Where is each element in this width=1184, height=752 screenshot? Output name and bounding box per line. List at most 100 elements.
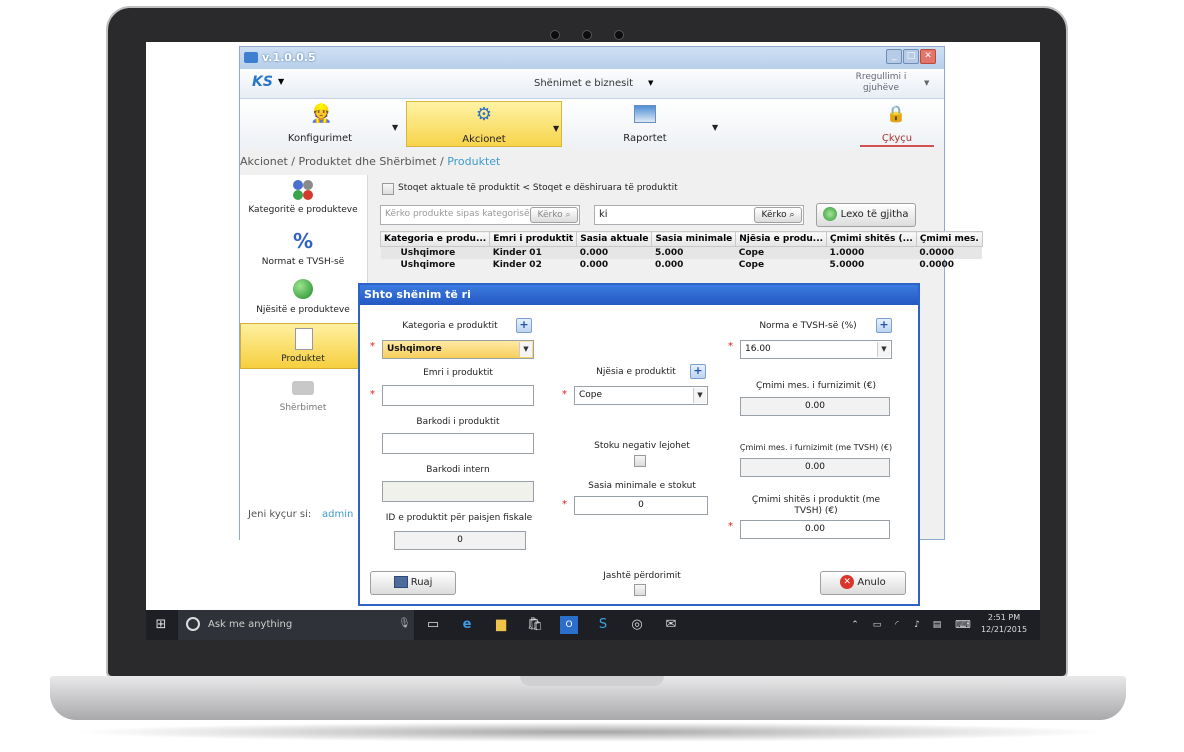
cancel-button[interactable]: ✕ Anulo <box>820 571 906 595</box>
stock-filter-label: Stoqet aktuale të produktit < Stoqet e d… <box>398 183 678 193</box>
reports-caret-icon[interactable]: ▼ <box>712 123 718 132</box>
column-header[interactable]: Emri i produktit <box>489 231 578 247</box>
minimize-button[interactable]: _ <box>886 49 902 64</box>
unit-dropdown-icon[interactable]: ▼ <box>693 388 706 403</box>
add-category-button[interactable]: + <box>516 318 532 333</box>
breadcrumb-actions[interactable]: Akcionet <box>240 155 288 168</box>
column-header[interactable]: Njësia e produ... <box>735 231 828 247</box>
close-button[interactable]: ✕ <box>920 49 936 64</box>
business-menu-caret-icon[interactable]: ▼ <box>648 79 653 87</box>
taskbar-search-placeholder: Ask me anything <box>208 619 293 630</box>
name-input[interactable] <box>382 385 534 406</box>
tray-up-icon[interactable]: ⌃ <box>846 616 864 634</box>
business-menu[interactable]: Shënimet e biznesit <box>534 78 633 89</box>
actions-caret-icon[interactable]: ▼ <box>553 124 559 133</box>
taskbar-date[interactable]: 12/21/2015 <box>978 625 1030 634</box>
add-record-dialog: Shto shënim të ri Kategoria e produktit … <box>358 283 920 606</box>
table-row[interactable]: Ushqimore Kinder 01 0.000 5.000 Cope 1.0… <box>380 246 983 259</box>
table-header-row: Kategoria e produ... Emri i produktit Sa… <box>379 231 983 247</box>
media-icon[interactable]: ◎ <box>628 616 646 634</box>
negative-stock-checkbox[interactable] <box>634 455 646 467</box>
column-header[interactable]: Çmimi shitës (... <box>826 231 917 247</box>
sidebar-item-units[interactable]: Njësitë e produkteve <box>240 275 366 321</box>
battery-icon[interactable]: ▭ <box>868 616 886 634</box>
logo-caret-icon[interactable]: ▼ <box>278 77 284 86</box>
laptop-shadow <box>70 722 1110 742</box>
category-label: Kategoria e produktit <box>402 321 498 331</box>
barcode-input[interactable] <box>382 433 534 454</box>
language-settings[interactable]: Rregullimi i gjuhëve <box>846 72 916 94</box>
sidebar-item-products[interactable]: Produktet <box>240 323 366 369</box>
taskbar: ⊞ Ask me anything 🎙 ▭ e ▆ 🛍 O S ◎ ✉ ⌃ ▭ … <box>146 610 1040 640</box>
sidebar-item-categories[interactable]: Kategoritë e produkteve <box>240 175 366 221</box>
sale-price-input[interactable]: 0.00 <box>740 520 890 539</box>
app-icon <box>244 52 258 63</box>
windows-start-icon[interactable]: ⊞ <box>152 616 170 634</box>
ribbon-logout[interactable]: 🔒 Çkyçu <box>860 101 934 147</box>
column-header[interactable]: Sasia minimale <box>651 231 737 247</box>
avg-price-vat-label: Çmimi mes. i furnizimit (me TVSH) (€) <box>739 443 893 452</box>
cancel-icon: ✕ <box>840 575 855 589</box>
product-search-button[interactable]: Kërko ⌕ <box>754 207 802 223</box>
language-caret-icon[interactable]: ▼ <box>924 79 929 87</box>
products-content: Stoqet aktuale të produktit < Stoqet e d… <box>379 175 983 295</box>
categories-icon <box>292 179 314 201</box>
out-of-use-checkbox[interactable] <box>634 584 646 596</box>
column-header[interactable]: Sasia aktuale <box>576 231 653 247</box>
avg-price-label: Çmimi mes. i furnizimit (€) <box>755 381 876 391</box>
taskbar-time[interactable]: 2:51 PM <box>982 613 1026 622</box>
unit-label: Njësia e produktit <box>596 367 676 377</box>
report-icon <box>634 105 656 123</box>
stock-filter-checkbox[interactable] <box>382 183 394 195</box>
add-unit-button[interactable]: + <box>690 364 706 379</box>
title-bar: v.1.0.0.5 _ □ ✕ <box>240 47 944 69</box>
taskbar-search[interactable]: Ask me anything 🎙 <box>178 610 414 640</box>
keyboard-icon[interactable]: ⌨ <box>954 616 972 634</box>
task-view-icon[interactable]: ▭ <box>424 616 442 634</box>
volume-icon[interactable]: ♪ <box>908 616 926 634</box>
maximize-button[interactable]: □ <box>903 49 919 64</box>
column-header[interactable]: Kategoria e produ... <box>379 231 491 247</box>
floppy-disk-icon <box>393 576 408 588</box>
ribbon-reports[interactable]: Raportet ▼ <box>570 101 720 147</box>
fiscal-id-input: 0 <box>394 531 526 550</box>
add-vat-button[interactable]: + <box>876 318 892 333</box>
edge-browser-icon[interactable]: e <box>458 616 476 634</box>
sidebar-item-vat-rates[interactable]: % Normat e TVSH-së <box>240 227 366 273</box>
sidebar-item-services[interactable]: Shërbimet <box>240 373 366 419</box>
logged-in-user[interactable]: admin <box>322 509 353 520</box>
truck-icon <box>292 381 314 395</box>
vat-select[interactable]: 16.00 ▼ <box>740 340 892 359</box>
skype-icon[interactable]: S <box>594 616 612 634</box>
microphone-icon[interactable]: 🎙 <box>398 618 411 629</box>
top-bar: KS ▼ Shënimet e biznesit ▼ Rregullimi i … <box>240 69 944 99</box>
table-row[interactable]: Ushqimore Kinder 02 0.000 0.000 Cope 5.0… <box>381 259 983 271</box>
camera-left <box>550 30 560 40</box>
category-search-button[interactable]: Kërko ⌕ <box>530 207 578 223</box>
ribbon-configurations[interactable]: 👷 Konfigurimet ▼ <box>240 101 400 147</box>
outlook-icon[interactable]: O <box>560 616 578 634</box>
cortana-icon <box>186 617 200 631</box>
ribbon: 👷 Konfigurimet ▼ ⚙ Akcionet ▼ Raportet ▼… <box>240 99 944 149</box>
screen: v.1.0.0.5 _ □ ✕ KS ▼ Shënimet e biznesit… <box>146 42 1040 640</box>
store-icon[interactable]: 🛍 <box>526 616 544 634</box>
ribbon-actions[interactable]: ⚙ Akcionet ▼ <box>406 101 562 147</box>
category-dropdown-icon[interactable]: ▼ <box>519 342 532 357</box>
breadcrumb-products-services[interactable]: Produktet dhe Shërbimet <box>299 155 437 168</box>
wifi-icon[interactable]: ◜ <box>888 616 906 634</box>
worker-icon: 👷 <box>310 103 333 124</box>
dialog-title: Shto shënim të ri <box>360 285 918 305</box>
configurations-caret-icon[interactable]: ▼ <box>392 123 398 132</box>
save-button[interactable]: Ruaj <box>370 571 456 595</box>
min-stock-input[interactable]: 0 <box>574 496 708 515</box>
mail-icon[interactable]: ✉ <box>662 616 680 634</box>
barcode-label: Barkodi i produktit <box>416 417 500 427</box>
category-select[interactable]: Ushqimore ▼ <box>382 340 534 359</box>
document-list-icon <box>295 328 313 350</box>
vat-dropdown-icon[interactable]: ▼ <box>877 342 890 357</box>
read-all-button[interactable]: Lexo të gjitha <box>816 203 916 227</box>
notification-icon[interactable]: ▤ <box>928 616 946 634</box>
unit-select[interactable]: Cope ▼ <box>574 386 708 405</box>
column-header[interactable]: Çmimi mes. <box>915 231 983 247</box>
file-explorer-icon[interactable]: ▆ <box>492 616 510 634</box>
